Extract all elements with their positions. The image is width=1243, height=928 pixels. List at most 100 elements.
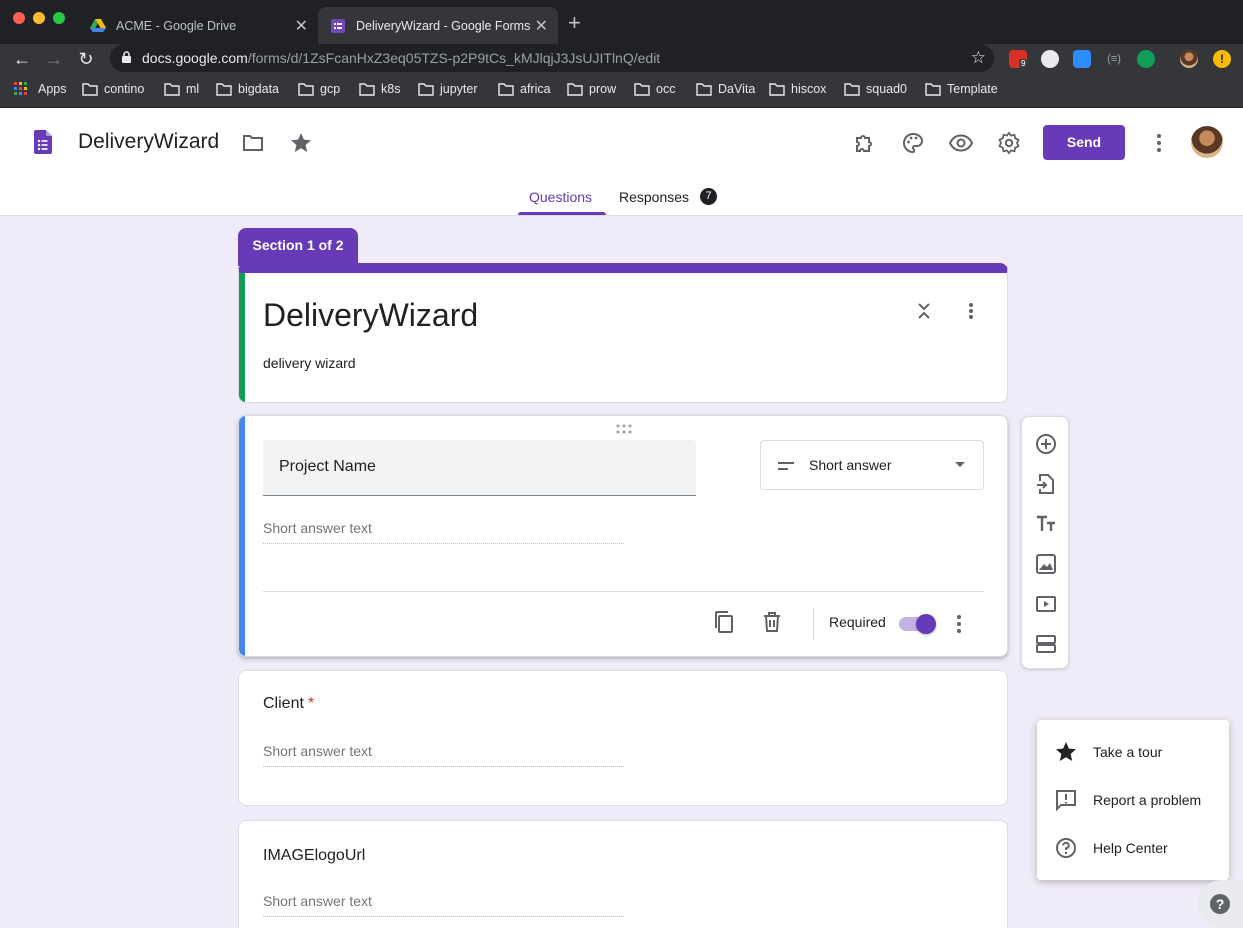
bookmark-folder[interactable]: africa [498, 82, 551, 96]
help-menu-label: Help Center [1093, 840, 1168, 856]
delete-trash-icon[interactable] [760, 610, 784, 634]
extension-badge: 9 [1019, 59, 1028, 68]
help-menu-item-tour[interactable]: Take a tour [1037, 728, 1229, 776]
bookmark-folder[interactable]: ml [164, 82, 199, 96]
tab-responses[interactable]: Responses [619, 189, 689, 205]
close-window-button[interactable] [13, 12, 25, 24]
url-path: /forms/d/1ZsFcanHxZ3eq05TZS-p2P9tCs_kMJl… [247, 50, 661, 66]
form-description[interactable]: delivery wizard [263, 355, 356, 371]
card-accent-bar [239, 273, 245, 402]
close-tab-icon[interactable]: ✕ [295, 16, 308, 36]
extension-zoom-icon[interactable] [1073, 50, 1091, 68]
extension-code-icon[interactable]: (≡) [1105, 50, 1123, 68]
bookmark-folder[interactable]: prow [567, 82, 616, 96]
forward-icon[interactable]: → [43, 48, 65, 70]
question-more-options-icon[interactable] [949, 612, 969, 636]
bookmark-star-icon[interactable]: ☆ [971, 48, 986, 68]
tab-questions[interactable]: Questions [529, 189, 592, 205]
bookmark-label: gcp [320, 82, 341, 96]
folder-icon [498, 82, 514, 96]
bookmark-folder[interactable]: squad0 [844, 82, 907, 96]
folder-icon [925, 82, 941, 96]
bookmark-folder[interactable]: occ [634, 82, 675, 96]
bookmark-folder[interactable]: contino [82, 82, 144, 96]
extension-circle-icon[interactable] [1041, 50, 1059, 68]
bookmark-apps[interactable]: Apps [14, 82, 67, 96]
help-menu: Take a tour Report a problem Help Center [1037, 720, 1229, 880]
add-video-icon[interactable] [1034, 592, 1058, 616]
form-title-card[interactable]: DeliveryWizard delivery wizard [238, 263, 1008, 403]
settings-gear-icon[interactable] [997, 131, 1021, 155]
add-section-icon[interactable] [1034, 632, 1058, 656]
responses-count-badge: 7 [700, 188, 717, 205]
form-document-title[interactable]: DeliveryWizard [78, 130, 219, 154]
question-card[interactable]: Client * Short answer text [238, 670, 1008, 806]
url-text: docs.google.com/forms/d/1ZsFcanHxZ3eq05T… [142, 50, 660, 66]
bookmark-folder[interactable]: Template [925, 82, 998, 96]
extension-todoist-icon[interactable]: 9 [1009, 50, 1028, 68]
bookmark-label: occ [656, 82, 676, 96]
question-type-dropdown[interactable]: Short answer [760, 440, 984, 490]
profile-avatar[interactable] [1180, 50, 1198, 68]
bookmark-folder[interactable]: bigdata [216, 82, 279, 96]
form-title[interactable]: DeliveryWizard [263, 297, 478, 334]
maximize-window-button[interactable] [53, 12, 65, 24]
close-tab-icon[interactable]: ✕ [535, 16, 548, 36]
reload-icon[interactable]: ↻ [75, 48, 97, 70]
footer-separator [813, 608, 814, 640]
minimize-window-button[interactable] [33, 12, 45, 24]
help-menu-item-report[interactable]: Report a problem [1037, 776, 1229, 824]
question-title-input[interactable]: Project Name [263, 440, 696, 496]
help-circle-icon [1056, 838, 1076, 858]
drag-handle-icon[interactable] [616, 424, 632, 434]
help-menu-item-help-center[interactable]: Help Center [1037, 824, 1229, 872]
folder-icon [359, 82, 375, 96]
star-icon[interactable] [289, 131, 313, 155]
section-more-options-icon[interactable] [961, 301, 981, 321]
folder-icon [769, 82, 785, 96]
collapse-section-icon[interactable] [914, 301, 934, 321]
bookmark-label: ml [186, 82, 200, 96]
palette-icon[interactable] [901, 131, 925, 155]
move-to-folder-icon[interactable] [241, 131, 265, 155]
browser-tab-forms[interactable]: DeliveryWizard - Google Forms ✕ [318, 7, 558, 44]
google-forms-logo-icon[interactable] [34, 130, 52, 154]
card-footer-divider [263, 591, 984, 592]
folder-icon [216, 82, 232, 96]
question-card-active[interactable]: Project Name Short answer Short answer t… [238, 415, 1008, 657]
add-image-icon[interactable] [1034, 552, 1058, 576]
bookmark-folder[interactable]: DaVita [696, 82, 755, 96]
bookmark-label: k8s [381, 82, 401, 96]
help-button[interactable]: ? [1198, 880, 1243, 928]
required-toggle[interactable] [916, 614, 936, 634]
duplicate-icon[interactable] [712, 610, 736, 634]
extension-hangouts-icon[interactable] [1137, 50, 1155, 68]
short-answer-placeholder: Short answer text [263, 893, 624, 917]
bookmark-folder[interactable]: jupyter [418, 82, 478, 96]
update-alert-icon[interactable]: ! [1213, 50, 1231, 68]
send-button[interactable]: Send [1043, 125, 1125, 160]
bookmark-folder[interactable]: k8s [359, 82, 400, 96]
question-card[interactable]: IMAGElogoUrl Short answer text [238, 820, 1008, 928]
address-bar[interactable]: docs.google.com/forms/d/1ZsFcanHxZ3eq05T… [110, 44, 994, 72]
account-avatar[interactable] [1191, 126, 1223, 158]
import-questions-icon[interactable] [1034, 472, 1058, 496]
browser-tab-drive[interactable]: ACME - Google Drive ✕ [78, 7, 318, 44]
question-type-label: Short answer [809, 457, 892, 473]
question-title[interactable]: IMAGElogoUrl [263, 847, 365, 865]
back-icon[interactable]: ← [11, 48, 33, 70]
bookmark-folder[interactable]: hiscox [769, 82, 826, 96]
add-title-icon[interactable] [1034, 512, 1058, 536]
bookmark-label: Apps [38, 82, 67, 96]
add-ons-puzzle-icon[interactable] [853, 131, 877, 155]
more-options-icon[interactable] [1147, 131, 1171, 155]
bookmark-label: Template [947, 82, 998, 96]
active-tab-indicator [518, 212, 606, 215]
add-question-icon[interactable] [1034, 432, 1058, 456]
preview-eye-icon[interactable] [949, 131, 973, 155]
question-side-toolbar [1021, 416, 1069, 669]
bookmark-folder[interactable]: gcp [298, 82, 340, 96]
bookmark-label: hiscox [791, 82, 827, 96]
new-tab-button[interactable]: + [568, 10, 581, 36]
question-title[interactable]: Client * [263, 695, 314, 713]
